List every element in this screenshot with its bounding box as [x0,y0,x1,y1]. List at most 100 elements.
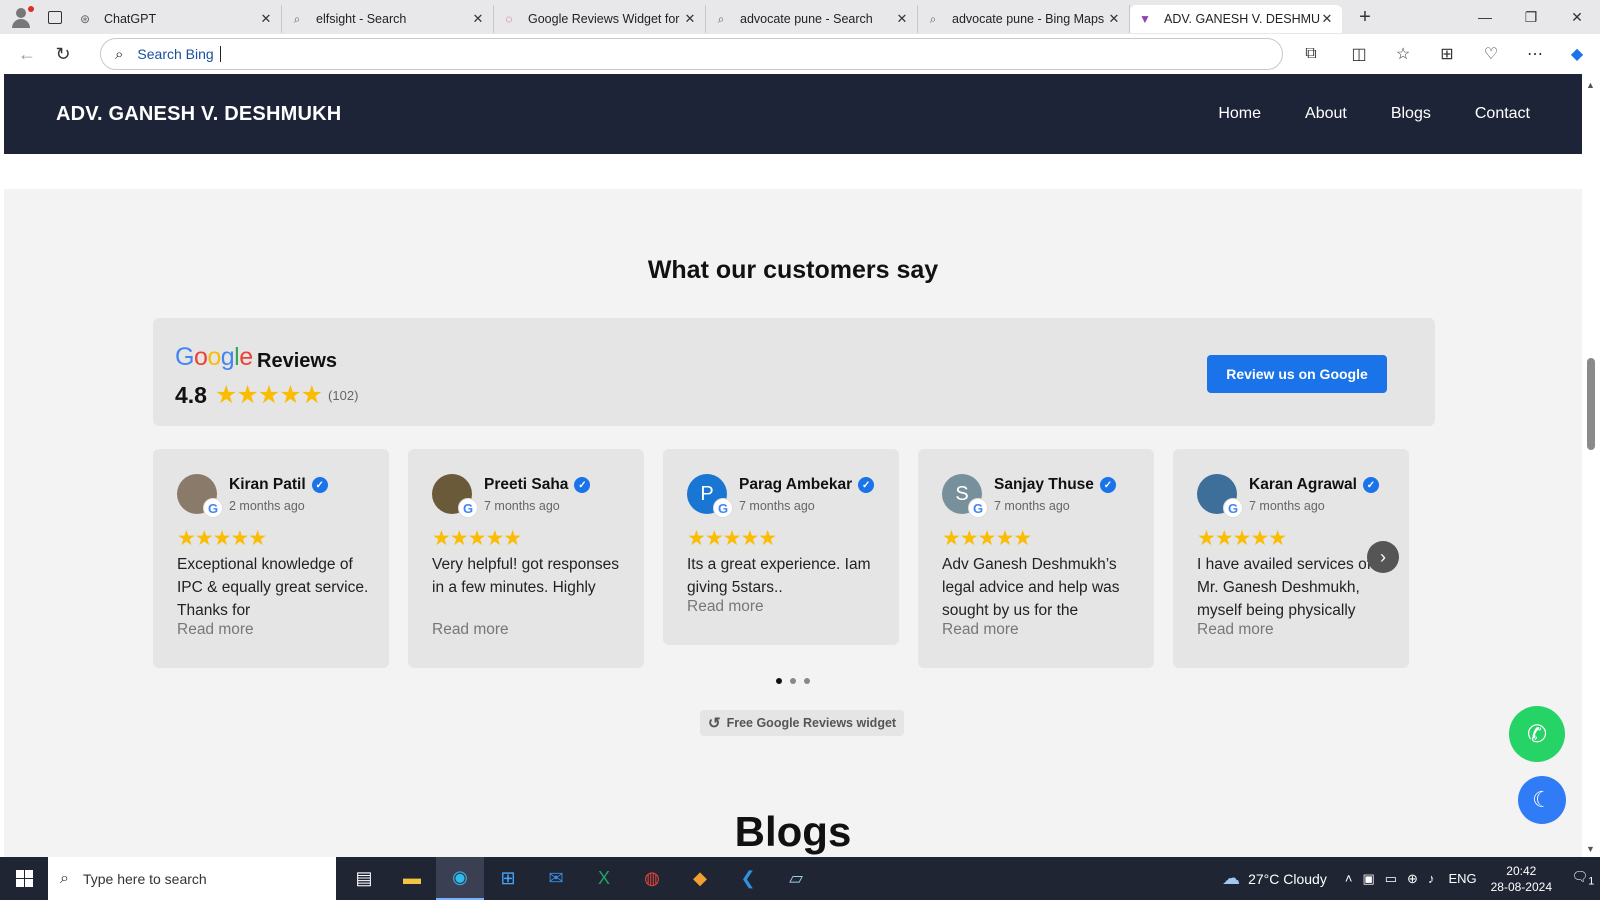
review-stars-icon: ★★★★★ [177,527,267,550]
close-window-icon[interactable]: ✕ [1554,0,1600,34]
review-stars-icon: ★★★★★ [1197,527,1287,550]
split-screen-icon[interactable]: ◫ [1344,39,1374,69]
browser-tab[interactable]: ◌ Google Reviews Widget for y ✕ [494,5,706,33]
extensions-icon[interactable]: ⧉ [1296,39,1326,69]
carousel-next-icon[interactable]: › [1367,541,1399,573]
reviewer-avatar: G [1197,474,1243,518]
notification-icon[interactable]: 🗨1 [1566,869,1600,888]
system-tray: ☁ 27°C Cloudy ˄ ▣ ▭ ⊕ ♪ ENG 20:42 28-08-2… [1222,857,1600,900]
review-text: Exceptional knowledge of IPC & equally g… [177,556,369,619]
edge-browser-icon[interactable]: ◉ [436,857,484,900]
google-badge-icon: G [1223,498,1243,518]
reviewer-name[interactable]: Kiran Patil ✓ [229,476,328,494]
language-indicator[interactable]: ENG [1448,871,1476,886]
clock-date: 28-08-2024 [1490,879,1552,894]
reviewer-name-text: Sanjay Thuse [994,476,1094,493]
review-date: 7 months ago [484,499,560,513]
pagination-dot[interactable] [790,678,796,684]
scrollbar-thumb[interactable] [1587,358,1595,450]
google-logo: Google [175,343,253,371]
copilot-icon[interactable]: ◆ [1562,39,1592,69]
overall-rating: 4.8 ★★★★★ (102) [175,380,358,410]
minimize-icon[interactable]: — [1462,0,1508,34]
nav-about[interactable]: About [1305,105,1347,123]
excel-icon[interactable]: X [580,857,628,900]
vscode-icon[interactable]: ❮ [724,857,772,900]
review-card[interactable]: G Preeti Saha ✓ 7 months ago ★★★★★ Very h… [408,449,644,668]
battery-icon[interactable]: ▭ [1385,871,1397,887]
file-explorer-icon[interactable]: ▬ [388,857,436,900]
close-tab-icon[interactable]: ✕ [683,11,697,27]
nav-contact[interactable]: Contact [1475,105,1530,123]
new-tab-button[interactable]: + [1348,6,1382,29]
browser-tab-active[interactable]: ▼ADV. GANESH V. DESHMUKH✕ [1130,5,1342,33]
reviewer-name-text: Preeti Saha [484,476,569,493]
microsoft-store-icon[interactable]: ⊞ [484,857,532,900]
weather-text: 27°C Cloudy [1248,870,1327,887]
google-badge-icon: G [203,498,223,518]
mail-icon[interactable]: ✉ [532,857,580,900]
more-menu-icon[interactable]: ⋯ [1520,39,1550,69]
chevron-up-icon[interactable]: ˄ [1345,871,1353,887]
elfsight-icon: ◌ [505,12,513,26]
network-icon[interactable]: ⊕ [1407,871,1418,887]
page-scrollbar[interactable]: ▲ ▼ [1582,74,1600,857]
blogs-section-title: Blogs [734,808,852,855]
read-more-link[interactable]: Read more [177,621,254,639]
refresh-icon[interactable]: ↻ [46,39,80,69]
volume-icon[interactable]: ♪ [1428,871,1435,887]
nav-blogs[interactable]: Blogs [1391,105,1431,123]
close-tab-icon[interactable]: ✕ [1320,11,1334,27]
tab-actions-icon[interactable] [40,4,70,30]
nav-home[interactable]: Home [1218,105,1261,123]
browser-tab[interactable]: ⌕ advocate pune - Search ✕ [706,5,918,33]
restore-icon[interactable]: ❐ [1508,0,1554,34]
browser-tab[interactable]: ⊛ ChatGPT ✕ [70,5,282,33]
close-tab-icon[interactable]: ✕ [895,11,909,27]
favorites-icon[interactable]: ☆ [1388,39,1418,69]
close-tab-icon[interactable]: ✕ [259,11,273,27]
read-more-link[interactable]: Read more [432,621,509,639]
weather-widget[interactable]: ☁ 27°C Cloudy [1222,868,1327,889]
reviewer-name[interactable]: Karan Agrawal ✓ [1249,476,1379,494]
review-card[interactable]: G Kiran Patil ✓ 2 months ago ★★★★★ Except… [153,449,389,668]
whatsapp-icon[interactable]: ✆ [1509,706,1565,762]
reviewer-name[interactable]: Preeti Saha ✓ [484,476,591,494]
taskbar-search-input[interactable]: ⌕ Type here to search [48,857,336,900]
pagination-dot[interactable] [776,678,782,684]
site-brand[interactable]: ADV. GANESH V. DESHMUKH [56,103,341,126]
review-card[interactable]: PG Parag Ambekar ✓ 7 months ago ★★★★★ Its… [663,449,899,645]
reviewer-name[interactable]: Parag Ambekar ✓ [739,476,875,494]
review-text: Very helpful! got responses in a few min… [432,556,619,596]
section-divider [4,154,1582,189]
notepad-icon[interactable]: ▱ [772,857,820,900]
close-tab-icon[interactable]: ✕ [1107,11,1121,27]
review-date: 7 months ago [994,499,1070,513]
review-us-button[interactable]: Review us on Google [1207,355,1387,393]
meet-icon[interactable]: ▣ [1362,871,1374,887]
close-tab-icon[interactable]: ✕ [471,11,485,27]
git-icon[interactable]: ◆ [676,857,724,900]
review-count: (102) [328,387,359,403]
browser-essentials-icon[interactable]: ♡ [1476,39,1506,69]
widget-credit-link[interactable]: ↺ Free Google Reviews widget [700,710,905,736]
read-more-link[interactable]: Read more [687,598,764,616]
reviewer-name[interactable]: Sanjay Thuse ✓ [994,476,1116,494]
clock[interactable]: 20:42 28-08-2024 [1491,863,1552,895]
read-more-link[interactable]: Read more [1197,621,1274,639]
address-input[interactable]: ⌕ Search Bing [100,38,1283,70]
review-card[interactable]: SG Sanjay Thuse ✓ 7 months ago ★★★★★ Adv … [918,449,1154,668]
collections-icon[interactable]: ⊞ [1432,39,1462,69]
browser-tab[interactable]: ⌕ elfsight - Search ✕ [282,5,494,33]
task-view-icon[interactable]: ▤ [340,857,388,900]
read-more-link[interactable]: Read more [942,621,1019,639]
chrome-icon[interactable]: ◍ [628,857,676,900]
profile-avatar-icon[interactable] [8,4,34,30]
start-button[interactable] [0,857,48,900]
scroll-down-icon[interactable]: ▼ [1586,844,1595,854]
back-arrow-icon[interactable]: ← [10,39,44,69]
scroll-up-icon[interactable]: ▲ [1586,80,1595,90]
browser-tab[interactable]: ⌕ advocate pune - Bing Maps ✕ [918,5,1130,33]
pagination-dot[interactable] [804,678,810,684]
dark-mode-toggle-icon[interactable]: ☾ [1518,776,1566,824]
